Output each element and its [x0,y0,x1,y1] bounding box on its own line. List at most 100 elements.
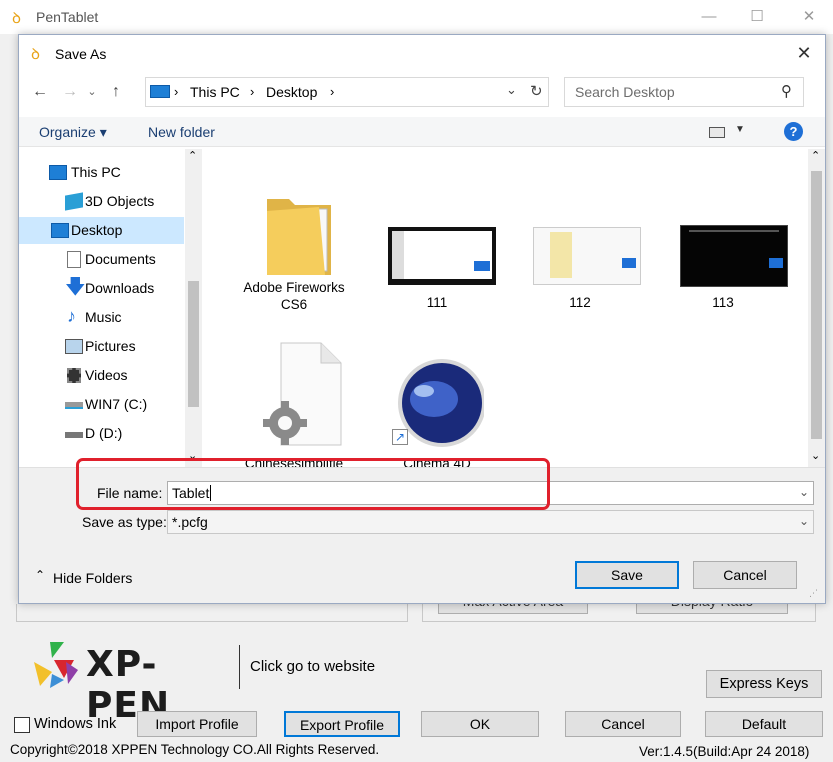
file-item-chinesesimplifie[interactable]: Chinesesimplifie [235,339,353,471]
default-button[interactable]: Default [705,711,823,737]
file-name-label: 113 [712,295,734,310]
save-type-label: Save as type: [82,514,167,530]
screenshot-thumbnail [533,227,641,285]
copyright-text: Copyright©2018 XPPEN Technology CO.All R… [10,742,380,757]
nav-item-label: Videos [85,367,128,383]
navigation-pane: This PC 3D Objects Desktop Documents 🡇 D… [19,149,202,467]
nav-item-label: Downloads [85,280,155,296]
cancel-button[interactable]: Cancel [565,711,681,737]
ok-button[interactable]: OK [421,711,539,737]
file-item-113[interactable]: 113 [664,169,788,310]
windows-ink-label: Windows Ink [34,716,117,732]
resize-grip-icon[interactable]: ⋰ [809,588,818,599]
dialog-title: Save As [55,46,107,62]
nav-item-this-pc[interactable]: This PC [33,159,203,186]
nav-item-music[interactable]: ♪ Music [33,304,203,331]
save-as-dialog: ꝺ Save As ✕ ← → ⌄ ↑ › This PC › Desktop … [18,34,826,604]
save-button[interactable]: Save [575,561,679,589]
scroll-up-chevron-icon[interactable]: ⌃ [811,149,820,162]
pentablet-titlebar: ꝺ PenTablet — ☐ ✕ [0,0,833,34]
panel-border [16,604,408,622]
desktop-icon [51,223,69,238]
help-icon[interactable]: ? [784,122,803,141]
organize-menu[interactable]: Organize ▾ [39,124,107,141]
nav-item-videos[interactable]: Videos [33,362,203,389]
nav-item-label: Pictures [85,338,136,354]
file-item-cinema-4d[interactable]: ↗ Cinema 4D [378,339,496,471]
maximize-button[interactable]: ☐ [734,4,780,30]
file-item-112[interactable]: 112 [521,169,641,310]
breadcrumb-separator-icon: › [250,84,255,99]
address-bar[interactable]: › This PC › Desktop › ⌄ ↻ [145,77,549,107]
nav-item-label: Desktop [71,222,123,238]
nav-item-win7-c[interactable]: WIN7 (C:) [33,391,203,418]
dialog-close-icon[interactable]: ✕ [789,40,819,66]
express-keys-button[interactable]: Express Keys [706,670,822,698]
nav-item-label: WIN7 (C:) [85,396,148,412]
dialog-cancel-button[interactable]: Cancel [693,561,797,589]
minimize-button[interactable]: — [686,4,732,30]
drive-icon [65,402,83,409]
search-placeholder: Search Desktop [575,84,675,100]
nav-item-desktop[interactable]: Desktop [19,217,184,244]
file-name-label: Adobe Fireworks CS6 [243,280,345,312]
file-name-label: 111 [426,295,448,310]
forward-arrow-icon[interactable]: → [59,81,81,103]
download-icon: 🡇 [65,276,86,298]
nav-item-d-drive[interactable]: D (D:) [33,420,203,447]
nav-scrollbar-thumb[interactable] [188,281,199,407]
save-type-dropdown-chevron-icon[interactable]: ⌄ [799,514,809,528]
new-folder-button[interactable]: New folder [148,124,215,140]
panel-border-right [422,604,816,622]
nav-item-downloads[interactable]: 🡇 Downloads [33,275,203,302]
windows-ink-checkbox[interactable] [14,717,30,733]
app-logo-icon: ꝺ [12,10,21,27]
version-text: Ver:1.4.5(Build:Apr 24 2018) [639,744,810,759]
music-icon: ♪ [67,306,76,326]
nav-item-label: Documents [85,251,156,267]
nav-item-label: This PC [71,164,121,180]
file-list-scrollbar-thumb[interactable] [811,171,822,439]
settings-file-icon [263,342,342,446]
nav-item-3d-objects[interactable]: 3D Objects [33,188,203,215]
logo-divider [239,645,240,689]
nav-item-pictures[interactable]: Pictures [33,333,203,360]
hide-folders-button[interactable]: Hide Folders [53,570,132,586]
file-name-dropdown-chevron-icon[interactable]: ⌄ [799,485,809,499]
back-arrow-icon[interactable]: ← [29,81,51,103]
website-link[interactable]: Click go to website [250,658,375,675]
save-type-select[interactable]: *.pcfg ⌄ [167,510,814,534]
refresh-icon[interactable]: ↻ [530,82,543,100]
file-item-111[interactable]: 111 [378,169,496,310]
command-bar: Organize ▾ New folder ▼ ? [19,117,825,147]
xp-pen-logo[interactable]: XP-PEN [30,640,230,726]
breadcrumb-separator-icon: › [330,84,335,99]
search-input[interactable]: Search Desktop ⚲ [564,77,804,107]
shortcut-arrow-icon: ↗ [392,429,408,445]
close-button[interactable]: ✕ [786,4,832,30]
breadcrumb-this-pc[interactable]: This PC [190,84,240,100]
screenshot-thumbnail [680,225,788,287]
scroll-down-chevron-icon[interactable]: ⌄ [811,449,820,462]
up-arrow-icon[interactable]: ↑ [105,81,127,103]
videos-icon [67,368,81,383]
dialog-logo-icon: ꝺ [31,46,40,63]
hide-folders-chevron-icon[interactable]: ⌃ [35,568,45,582]
file-item-adobe-fireworks[interactable]: Adobe Fireworks CS6 [235,169,353,312]
file-list: Adobe Fireworks CS6 111 112 113 Chineses… [202,149,808,471]
document-icon [67,251,81,268]
breadcrumb-desktop[interactable]: Desktop [266,84,317,100]
recent-locations-chevron-icon[interactable]: ⌄ [81,81,103,103]
address-dropdown-chevron-icon[interactable]: ⌄ [506,82,517,98]
import-profile-button[interactable]: Import Profile [137,711,257,737]
nav-item-label: D (D:) [85,425,123,441]
drive-icon [65,432,83,438]
computer-icon [150,85,170,98]
scroll-up-chevron-icon[interactable]: ⌃ [188,149,197,162]
view-dropdown-chevron-icon[interactable]: ▼ [735,124,745,135]
file-name-label: 112 [569,295,591,310]
nav-item-documents[interactable]: Documents [33,246,203,273]
export-profile-button[interactable]: Export Profile [284,711,400,737]
nav-item-label: Music [85,309,122,325]
view-options-icon[interactable] [709,127,725,138]
